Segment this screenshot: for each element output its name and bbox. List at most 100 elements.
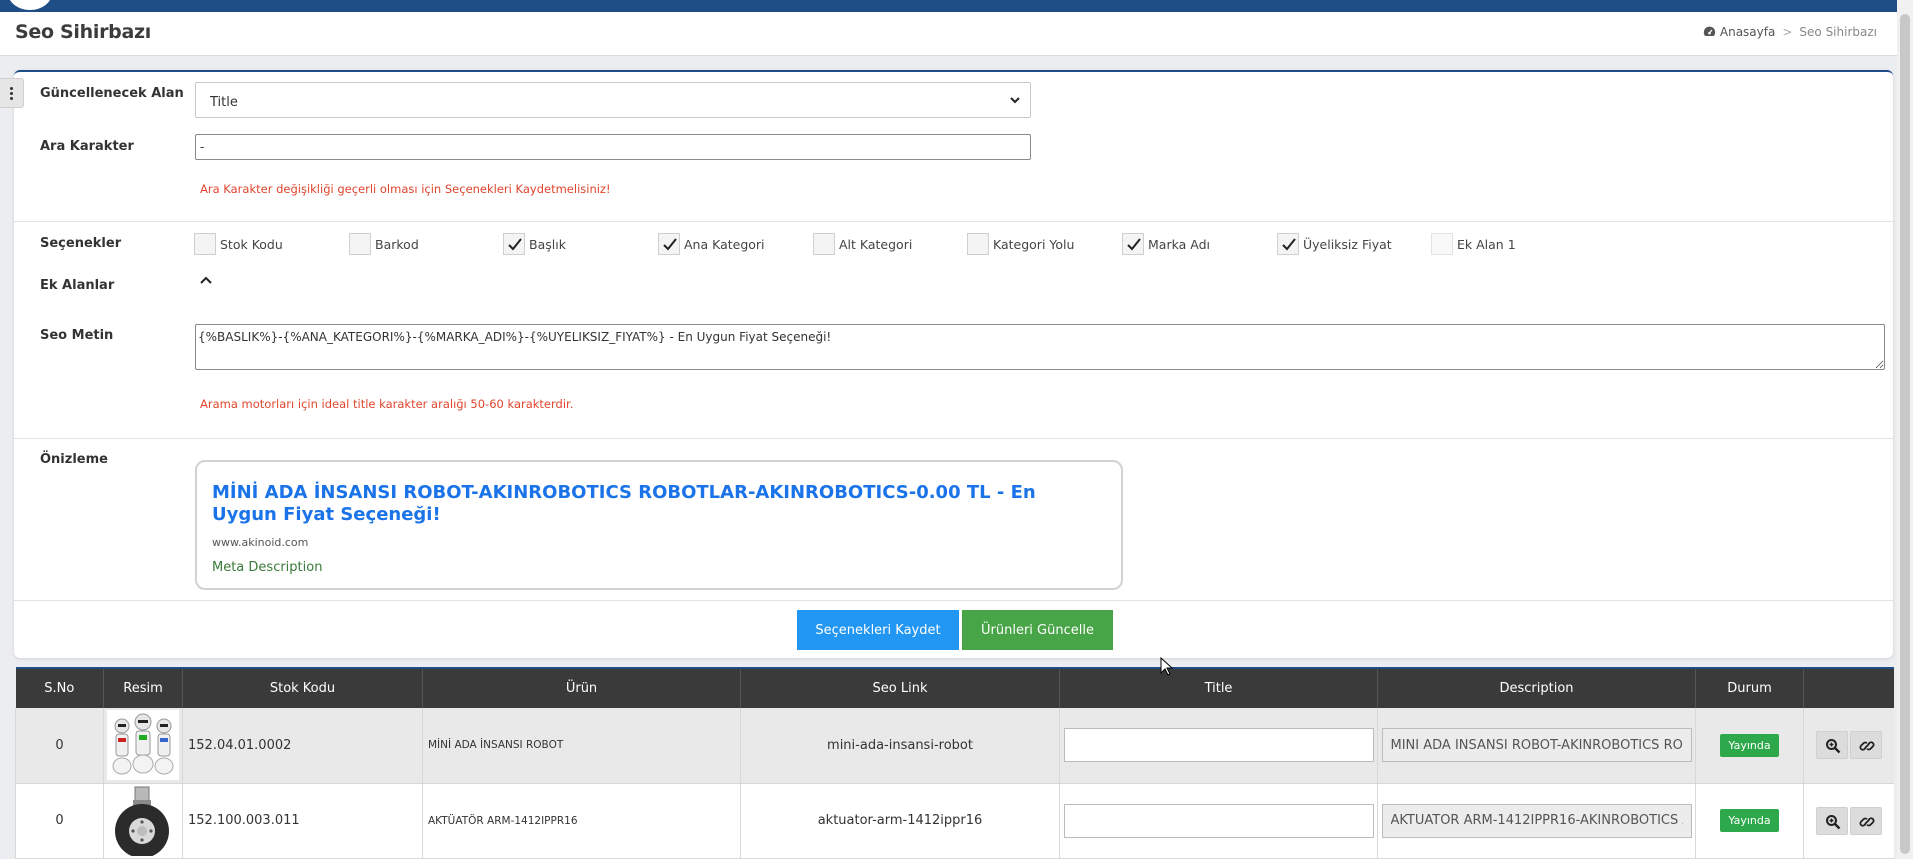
- cell-product: MİNİ ADA İNSANSI ROBOT: [422, 708, 741, 784]
- seo-text-area[interactable]: {%BASLIK%}-{%ANA_KATEGORI%}-{%MARKA_ADI%…: [195, 324, 1885, 370]
- robot-product-image[interactable]: [107, 710, 179, 781]
- preview-description: Meta Description: [212, 560, 323, 575]
- preview-url: www.akinoid.com: [212, 536, 309, 549]
- table-row: 0 152.100.003.011 AKTÜATÖR ARM-1412IPPR1…: [15, 783, 1894, 859]
- page-scrollbar[interactable]: [1897, 0, 1913, 858]
- field-select-value: Title: [210, 95, 238, 110]
- column-header-seo-link[interactable]: Seo Link: [740, 667, 1060, 708]
- scrollbar-thumb[interactable]: [1900, 14, 1910, 854]
- title-input[interactable]: [1063, 803, 1374, 838]
- chevron-down-icon: [1010, 97, 1020, 104]
- cell-status: Yayında: [1695, 783, 1804, 859]
- option-label: Başlık: [529, 237, 566, 252]
- column-header-sno[interactable]: S.No: [15, 667, 104, 708]
- field-label: Güncellenecek Alan: [40, 86, 184, 101]
- separator-label: Ara Karakter: [40, 139, 134, 154]
- cell-image: [103, 783, 183, 859]
- checkbox-disabled[interactable]: [1431, 233, 1453, 255]
- save-options-button[interactable]: Seçenekleri Kaydet: [797, 610, 959, 650]
- column-header-image[interactable]: Resim: [103, 667, 183, 708]
- cell-stock-code: 152.04.01.0002: [182, 708, 423, 784]
- checkbox-checked[interactable]: [658, 233, 680, 255]
- section-divider: [14, 221, 1893, 222]
- option-label: Kategori Yolu: [993, 237, 1075, 252]
- cell-title: [1059, 783, 1378, 859]
- cell-description: [1377, 783, 1696, 859]
- separator-warning: Ara Karakter değişikliği geçerli olması …: [200, 182, 611, 196]
- zoom-in-icon: [1825, 739, 1841, 754]
- check-icon: [663, 238, 677, 251]
- mouse-cursor-icon: [1160, 657, 1174, 676]
- top-navbar: [0, 0, 1913, 12]
- cell-actions: [1803, 783, 1894, 859]
- column-header-title[interactable]: Title: [1059, 667, 1378, 708]
- app-logo[interactable]: [8, 0, 52, 10]
- cell-description: [1377, 708, 1696, 784]
- description-input[interactable]: [1381, 728, 1692, 763]
- status-badge: Yayında: [1720, 733, 1779, 757]
- update-products-button[interactable]: Ürünleri Güncelle: [962, 610, 1113, 650]
- checkbox-checked[interactable]: [1277, 233, 1299, 255]
- sidebar-toggle[interactable]: [0, 78, 24, 108]
- column-header-stock-code[interactable]: Stok Kodu: [182, 667, 423, 708]
- column-header-description[interactable]: Description: [1377, 667, 1696, 708]
- table-header-row: S.No Resim Stok Kodu Ürün Seo Link Title…: [15, 667, 1894, 708]
- checkbox[interactable]: [194, 233, 216, 255]
- option-label: Ana Kategori: [684, 237, 765, 252]
- preview-label: Önizleme: [40, 452, 108, 467]
- table-row: 0 152.04.01.0002 MİNİ ADA İNSANSI ROBOT: [15, 708, 1894, 784]
- breadcrumb: Anasayfa > Seo Sihirbazı: [1703, 25, 1877, 39]
- cell-status: Yayında: [1695, 708, 1804, 784]
- link-button[interactable]: [1849, 806, 1882, 835]
- cell-product: AKTÜATÖR ARM-1412IPPR16: [422, 783, 741, 859]
- vertical-dots-icon: [10, 87, 13, 90]
- section-divider: [14, 438, 1893, 439]
- link-icon: [1859, 741, 1875, 751]
- section-divider: [14, 600, 1893, 601]
- zoom-in-icon: [1825, 814, 1841, 829]
- cell-seo-link: aktuator-arm-1412ippr16: [740, 783, 1060, 859]
- title-input[interactable]: [1063, 728, 1374, 763]
- cell-seo-link: mini-ada-insansi-robot: [740, 708, 1060, 784]
- option-label: Üyeliksiz Fiyat: [1303, 237, 1392, 252]
- breadcrumb-current: Seo Sihirbazı: [1799, 25, 1877, 39]
- seo-text-label: Seo Metin: [40, 328, 114, 343]
- option-label: Barkod: [375, 237, 419, 252]
- checkbox-checked[interactable]: [503, 233, 525, 255]
- checkbox[interactable]: [813, 233, 835, 255]
- actuator-product-image[interactable]: [107, 785, 179, 856]
- link-button[interactable]: [1849, 731, 1882, 760]
- vertical-dots-icon: [10, 92, 13, 95]
- option-label: Alt Kategori: [839, 237, 913, 252]
- cell-sno: 0: [15, 783, 104, 859]
- cell-image: [103, 708, 183, 784]
- checkbox-checked[interactable]: [1122, 233, 1144, 255]
- page-title: Seo Sihirbazı: [15, 21, 151, 43]
- checkbox[interactable]: [349, 233, 371, 255]
- dashboard-gauge-icon: [1703, 26, 1716, 37]
- view-button[interactable]: [1815, 806, 1848, 835]
- option-label: Ek Alan 1: [1457, 237, 1516, 252]
- column-header-actions: [1803, 667, 1894, 708]
- options-label: Seçenekler: [40, 236, 122, 251]
- link-icon: [1859, 816, 1875, 827]
- column-header-product[interactable]: Ürün: [422, 667, 741, 708]
- field-select[interactable]: Title: [195, 82, 1031, 118]
- option-label: Stok Kodu: [220, 237, 283, 252]
- view-button[interactable]: [1815, 731, 1848, 760]
- separator-input[interactable]: [195, 134, 1031, 160]
- vertical-dots-icon: [10, 97, 13, 100]
- status-badge: Yayında: [1720, 809, 1779, 832]
- checkbox[interactable]: [967, 233, 989, 255]
- chevron-up-icon[interactable]: [199, 275, 213, 285]
- breadcrumb-home-link[interactable]: Anasayfa: [1720, 25, 1775, 39]
- description-input[interactable]: [1381, 803, 1692, 838]
- cell-stock-code: 152.100.003.011: [182, 783, 423, 859]
- serp-preview-card: MİNİ ADA İNSANSI ROBOT-AKINROBOTICS ROBO…: [195, 460, 1123, 590]
- check-icon: [508, 238, 522, 251]
- seo-wizard-panel: Güncellenecek Alan Title Ara Karakter Ar…: [14, 70, 1893, 658]
- column-header-status[interactable]: Durum: [1695, 667, 1804, 708]
- check-icon: [1282, 238, 1296, 251]
- check-icon: [1127, 238, 1141, 251]
- preview-title: MİNİ ADA İNSANSI ROBOT-AKINROBOTICS ROBO…: [212, 482, 1036, 525]
